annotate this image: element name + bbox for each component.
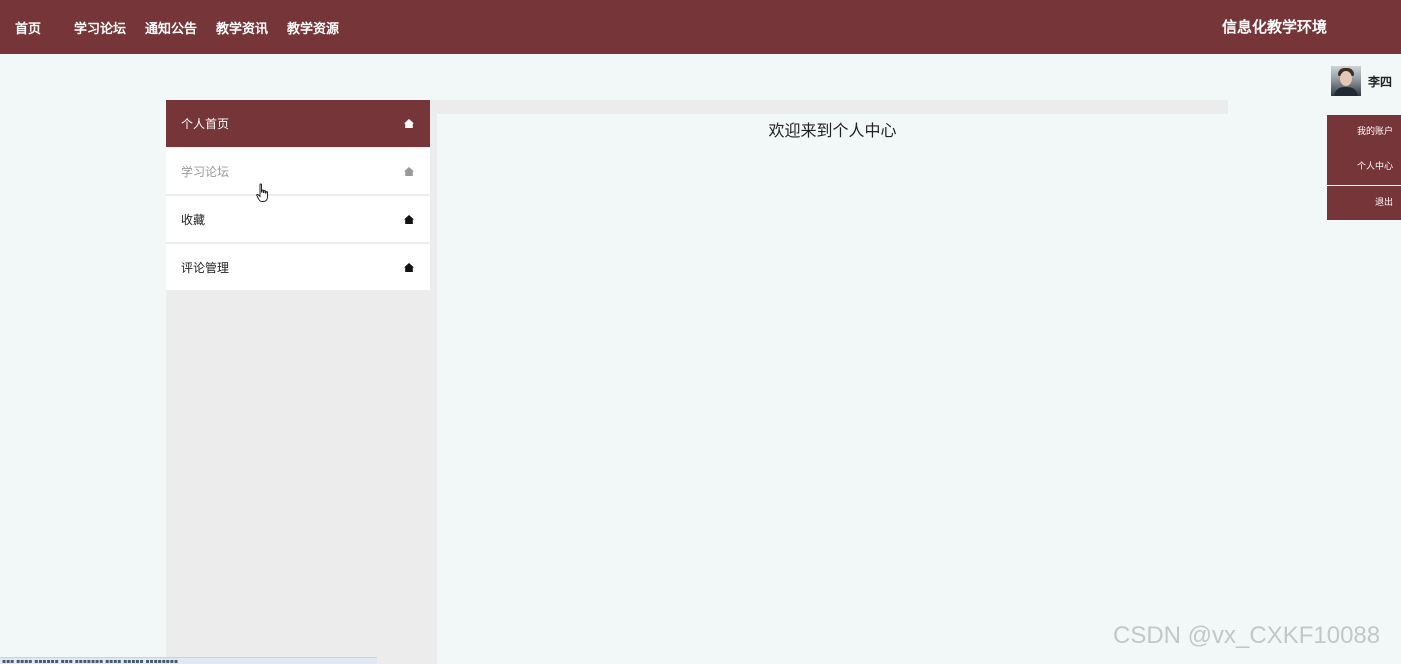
username[interactable]: 李四 (1368, 73, 1392, 90)
sidebar-item-label: 评论管理 (181, 261, 230, 275)
browser-status-bar: ▪▪▪ ▪▪▪▪ ▪▪▪▪▪▪ ▪▪▪ ▪▪▪▪▪▪▪ ▪▪▪▪ ▪▪▪▪▪ ▪… (0, 657, 377, 664)
nav-forum[interactable]: 学习论坛 (74, 18, 126, 37)
avatar[interactable] (1331, 66, 1361, 96)
sidebar-item-label: 收藏 (181, 213, 206, 227)
watermark: CSDN @vx_CXKF10088 (1113, 622, 1381, 649)
my-account-link[interactable]: 我的账户 (1327, 115, 1401, 150)
sidebar-item-label: 学习论坛 (181, 165, 230, 179)
nav-resources[interactable]: 教学资源 (287, 18, 339, 37)
home-icon (404, 119, 414, 128)
sidebar-item-forum[interactable]: 学习论坛 (166, 148, 430, 195)
welcome-heading: 欢迎来到个人中心 (768, 121, 897, 140)
nav-home[interactable]: 首页 (15, 18, 41, 37)
sidebar-item-comments[interactable]: 评论管理 (166, 244, 430, 291)
home-icon (404, 167, 414, 176)
content-header-bar (437, 100, 1228, 114)
hand-cursor-icon (256, 183, 268, 202)
nav-notice[interactable]: 通知公告 (145, 18, 197, 37)
home-icon (404, 263, 414, 272)
sidebar-item-favorites[interactable]: 收藏 (166, 196, 430, 243)
top-navbar: 首页 学习论坛 通知公告 教学资讯 教学资源 信息化教学环境 (0, 0, 1401, 54)
home-icon (404, 215, 414, 224)
sidebar-item-personal-home[interactable]: 个人首页 (166, 100, 430, 147)
sidebar-item-label: 个人首页 (181, 117, 230, 131)
site-title: 信息化教学环境 (1222, 18, 1328, 36)
status-url-placeholder: ▪▪▪ ▪▪▪▪ ▪▪▪▪▪▪ ▪▪▪ ▪▪▪▪▪▪▪ ▪▪▪▪ ▪▪▪▪▪ ▪… (2, 658, 179, 664)
content-divider (430, 100, 437, 664)
logout-link[interactable]: 退出 (1327, 185, 1401, 220)
personal-center-link[interactable]: 个人中心 (1327, 150, 1401, 185)
user-dropdown-menu: 我的账户 个人中心 退出 (1327, 115, 1401, 220)
nav-news[interactable]: 教学资讯 (216, 18, 268, 37)
